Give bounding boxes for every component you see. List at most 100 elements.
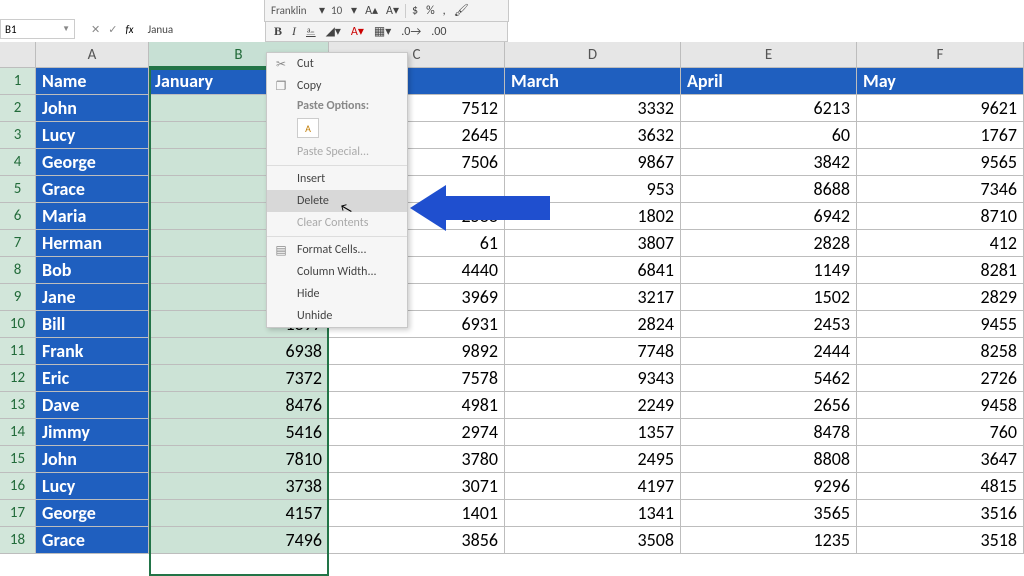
font-color-icon[interactable]: A▾: [349, 24, 366, 39]
accounting-icon[interactable]: $: [410, 4, 420, 18]
name-cell[interactable]: Jimmy: [36, 419, 149, 446]
fx-icon[interactable]: fx: [125, 23, 133, 36]
data-cell[interactable]: 7372: [149, 365, 329, 392]
data-cell[interactable]: 412: [857, 230, 1024, 257]
header-cell[interactable]: April: [681, 68, 857, 95]
menu-insert[interactable]: Insert: [267, 168, 407, 190]
name-cell[interactable]: Maria: [36, 203, 149, 230]
row-header[interactable]: 7: [0, 230, 36, 257]
menu-cut[interactable]: ✂ Cut: [267, 53, 407, 75]
row-header[interactable]: 6: [0, 203, 36, 230]
name-cell[interactable]: Jane: [36, 284, 149, 311]
name-cell[interactable]: Frank: [36, 338, 149, 365]
row-header[interactable]: 10: [0, 311, 36, 338]
data-cell[interactable]: 3508: [505, 527, 681, 554]
data-cell[interactable]: 9458: [857, 392, 1024, 419]
data-cell[interactable]: 953: [505, 176, 681, 203]
data-cell[interactable]: 3842: [681, 149, 857, 176]
data-cell[interactable]: 6213: [681, 95, 857, 122]
data-cell[interactable]: 1767: [857, 122, 1024, 149]
fill-color-icon[interactable]: ◢▾: [324, 24, 343, 39]
row-header[interactable]: 8: [0, 257, 36, 284]
row-header[interactable]: 5: [0, 176, 36, 203]
data-cell[interactable]: 6938: [149, 338, 329, 365]
data-cell[interactable]: 3516: [857, 500, 1024, 527]
data-cell[interactable]: 6942: [681, 203, 857, 230]
data-cell[interactable]: 6841: [505, 257, 681, 284]
data-cell[interactable]: 8688: [681, 176, 857, 203]
name-cell[interactable]: Lucy: [36, 122, 149, 149]
row-header[interactable]: 2: [0, 95, 36, 122]
name-box[interactable]: B1 ▼: [0, 19, 75, 39]
data-cell[interactable]: 1502: [681, 284, 857, 311]
row-header[interactable]: 17: [0, 500, 36, 527]
data-cell[interactable]: 4815: [857, 473, 1024, 500]
data-cell[interactable]: 4157: [149, 500, 329, 527]
column-header-E[interactable]: E: [681, 42, 857, 68]
data-cell[interactable]: 9565: [857, 149, 1024, 176]
data-cell[interactable]: 2453: [681, 311, 857, 338]
data-cell[interactable]: 8710: [857, 203, 1024, 230]
select-all-corner[interactable]: [0, 42, 36, 68]
data-cell[interactable]: 2726: [857, 365, 1024, 392]
column-header-D[interactable]: D: [505, 42, 681, 68]
data-cell[interactable]: 3565: [681, 500, 857, 527]
data-cell[interactable]: 3217: [505, 284, 681, 311]
data-cell[interactable]: 9455: [857, 311, 1024, 338]
row-header[interactable]: 4: [0, 149, 36, 176]
bold-button[interactable]: B: [272, 24, 284, 39]
format-painter-icon[interactable]: 🖌: [452, 3, 471, 18]
menu-column-width[interactable]: Column Width...: [267, 261, 407, 283]
row-header[interactable]: 13: [0, 392, 36, 419]
name-cell[interactable]: George: [36, 149, 149, 176]
data-cell[interactable]: 3071: [329, 473, 505, 500]
menu-paste-special[interactable]: Paste Special...: [267, 141, 407, 163]
data-cell[interactable]: 8258: [857, 338, 1024, 365]
menu-clear-contents[interactable]: Clear Contents: [267, 212, 407, 234]
size-dropdown-icon[interactable]: ▾: [349, 3, 359, 18]
name-cell[interactable]: Grace: [36, 527, 149, 554]
data-cell[interactable]: 7496: [149, 527, 329, 554]
menu-unhide[interactable]: Unhide: [267, 305, 407, 327]
name-cell[interactable]: Bill: [36, 311, 149, 338]
row-header[interactable]: 11: [0, 338, 36, 365]
column-header-F[interactable]: F: [857, 42, 1024, 68]
data-cell[interactable]: 9621: [857, 95, 1024, 122]
name-cell[interactable]: Eric: [36, 365, 149, 392]
formula-bar[interactable]: ✕ ✓ fx Janua: [91, 23, 173, 36]
data-cell[interactable]: 1401: [329, 500, 505, 527]
row-header[interactable]: 9: [0, 284, 36, 311]
spreadsheet-grid[interactable]: A B C D E F 1NameJanuaryryMarchAprilMay2…: [0, 42, 1024, 554]
row-header[interactable]: 16: [0, 473, 36, 500]
decimal-inc-icon[interactable]: .0→: [399, 25, 423, 39]
data-cell[interactable]: 2829: [857, 284, 1024, 311]
name-cell[interactable]: John: [36, 95, 149, 122]
row-header[interactable]: 18: [0, 527, 36, 554]
row-header[interactable]: 15: [0, 446, 36, 473]
data-cell[interactable]: 8478: [681, 419, 857, 446]
name-box-dropdown-icon[interactable]: ▼: [62, 24, 70, 34]
data-cell[interactable]: 3738: [149, 473, 329, 500]
underline-button[interactable]: ⎁: [304, 25, 318, 39]
header-cell[interactable]: May: [857, 68, 1024, 95]
cancel-icon[interactable]: ✕: [91, 23, 100, 36]
name-cell[interactable]: John: [36, 446, 149, 473]
percent-icon[interactable]: %: [424, 4, 437, 18]
data-cell[interactable]: 2974: [329, 419, 505, 446]
menu-delete[interactable]: Delete: [267, 190, 407, 212]
data-cell[interactable]: 3780: [329, 446, 505, 473]
data-cell[interactable]: 9343: [505, 365, 681, 392]
data-cell[interactable]: 9296: [681, 473, 857, 500]
name-cell[interactable]: Dave: [36, 392, 149, 419]
menu-hide[interactable]: Hide: [267, 283, 407, 305]
data-cell[interactable]: 60: [681, 122, 857, 149]
data-cell[interactable]: 7748: [505, 338, 681, 365]
data-cell[interactable]: 3647: [857, 446, 1024, 473]
data-cell[interactable]: 2824: [505, 311, 681, 338]
data-cell[interactable]: 1802: [505, 203, 681, 230]
data-cell[interactable]: 7346: [857, 176, 1024, 203]
data-cell[interactable]: 8808: [681, 446, 857, 473]
data-cell[interactable]: 4981: [329, 392, 505, 419]
data-cell[interactable]: 1149: [681, 257, 857, 284]
name-cell[interactable]: George: [36, 500, 149, 527]
